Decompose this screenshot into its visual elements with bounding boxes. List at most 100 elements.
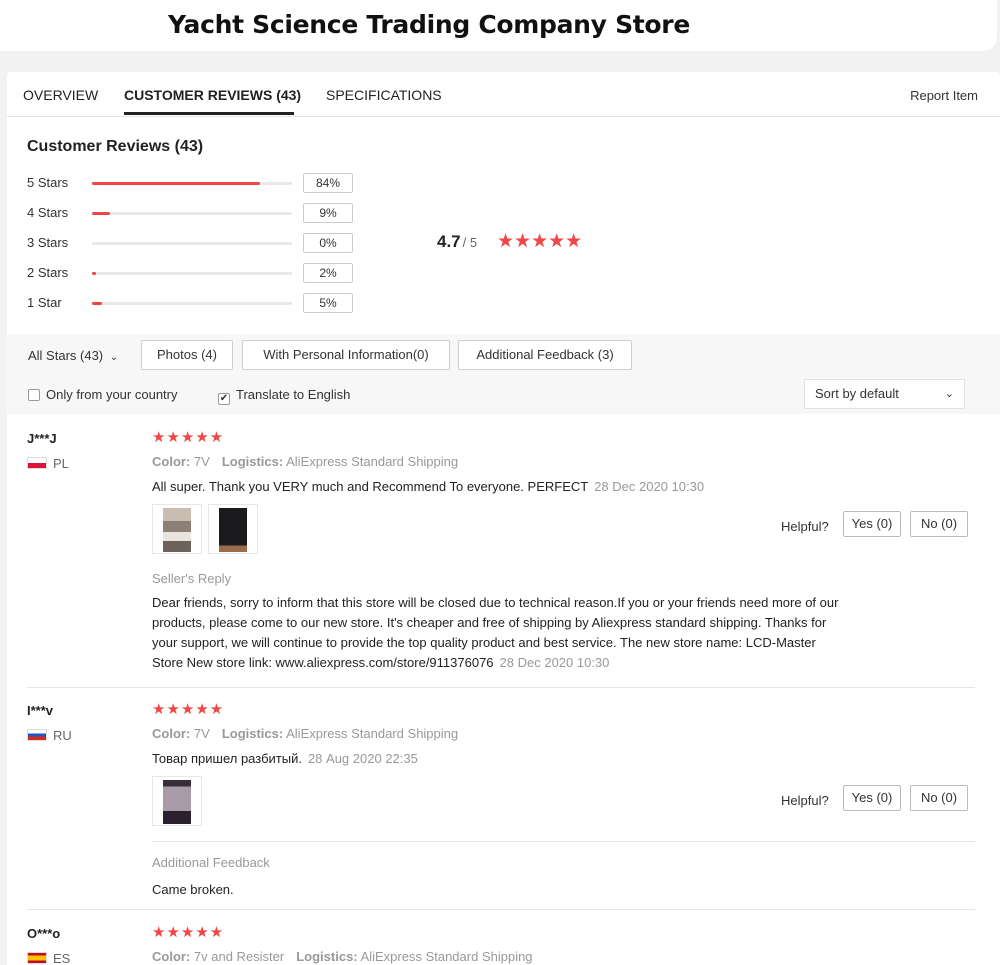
photo-image — [163, 780, 191, 824]
rating-bar — [92, 302, 292, 305]
all-stars-label: All Stars (43) — [28, 348, 104, 363]
reviewer-country: PL — [27, 456, 69, 471]
helpful-label: Helpful? — [781, 793, 829, 808]
rating-bar — [92, 242, 292, 245]
logistics-value: AliExpress Standard Shipping — [286, 726, 459, 741]
photos-filter-button[interactable]: Photos (4) — [141, 340, 233, 370]
reviewer-country: ES — [27, 951, 70, 965]
rating-percent: 5% — [303, 293, 353, 313]
tab-overview[interactable]: OVERVIEW — [23, 87, 98, 103]
color-value: 7V — [193, 726, 210, 741]
review-item: J***J PL ★★★★★ Color: 7V Logistics: AliEx… — [7, 414, 1000, 688]
color-label: Color: — [152, 454, 191, 469]
chevron-down-icon: ⌄ — [944, 388, 954, 400]
review-item: I***v RU ★★★★★ Color: 7V Logistics: AliEx… — [7, 688, 1000, 910]
review-stars-icon: ★★★★★ — [152, 924, 225, 941]
rating-row-2[interactable]: 2 Stars 2% — [27, 263, 357, 283]
helpful-no-button[interactable]: No (0) — [910, 785, 968, 811]
only-country-checkbox[interactable]: Only from your country — [28, 387, 178, 402]
flag-ru-icon — [27, 729, 47, 741]
country-code: PL — [53, 456, 69, 471]
seller-reply-text: Dear friends, sorry to inform that this … — [152, 595, 839, 670]
photo-image — [219, 508, 247, 552]
reviewer-country: RU — [27, 728, 72, 743]
rating-bar — [92, 272, 292, 275]
rating-label: 2 Stars — [27, 265, 69, 280]
additional-feedback-text: Came broken. — [152, 882, 234, 897]
reviews-panel: OVERVIEW CUSTOMER REVIEWS (43) SPECIFICA… — [7, 72, 1000, 965]
review-text: All super. Thank you VERY much and Recom… — [152, 479, 704, 494]
additional-feedback-title: Additional Feedback — [152, 855, 270, 870]
rating-bar-fill — [92, 302, 102, 305]
rating-percent: 2% — [303, 263, 353, 283]
checkmark-icon: ✔ — [218, 393, 230, 405]
all-stars-dropdown[interactable]: All Stars (43) ⌄ — [28, 348, 118, 363]
logistics-label: Logistics: — [221, 454, 284, 469]
seller-reply-date: 28 Dec 2020 10:30 — [499, 655, 610, 670]
country-code: RU — [53, 728, 72, 743]
rating-row-4[interactable]: 4 Stars 9% — [27, 203, 357, 223]
filter-bar: All Stars (43) ⌄ Photos (4) With Persona… — [7, 334, 1000, 414]
color-label: Color: — [152, 949, 191, 964]
helpful-yes-button[interactable]: Yes (0) — [843, 511, 901, 537]
helpful-yes-button[interactable]: Yes (0) — [843, 785, 901, 811]
personal-info-filter-button[interactable]: With Personal Information(0) — [242, 340, 450, 370]
review-photo-thumbnail[interactable] — [208, 504, 258, 554]
review-meta: Color: 7v and Resister Logistics: AliExpr… — [152, 949, 533, 964]
rating-label: 4 Stars — [27, 205, 69, 220]
reviewer-name: I***v — [27, 703, 54, 718]
review-body: All super. Thank you VERY much and Recom… — [152, 479, 589, 494]
rating-percent: 0% — [303, 233, 353, 253]
logistics-label: Logistics: — [221, 726, 284, 741]
translate-checkbox[interactable]: ✔ Translate to English — [218, 387, 350, 405]
rating-bar — [92, 182, 292, 185]
average-rating-value: 4.7 — [437, 232, 461, 251]
color-value: 7V — [193, 454, 210, 469]
store-title: Yacht Science Trading Company Store — [168, 10, 690, 39]
flag-pl-icon — [27, 457, 47, 469]
review-photo-thumbnail[interactable] — [152, 776, 202, 826]
color-value: 7v and Resister — [193, 949, 285, 964]
report-item-link[interactable]: Report Item — [910, 88, 978, 103]
translate-label: Translate to English — [236, 387, 351, 402]
review-item: O***o ES ★★★★★ Color: 7v and Resister Log… — [7, 910, 1000, 965]
review-date: 28 Aug 2020 22:35 — [307, 751, 418, 766]
logistics-value: AliExpress Standard Shipping — [360, 949, 533, 964]
rating-row-3[interactable]: 3 Stars 0% — [27, 233, 357, 253]
rating-label: 5 Stars — [27, 175, 69, 190]
photo-image — [163, 508, 191, 552]
tab-specifications[interactable]: SPECIFICATIONS — [326, 87, 442, 103]
rating-label: 3 Stars — [27, 235, 69, 250]
average-rating-max: / 5 — [462, 235, 478, 250]
rating-percent: 9% — [303, 203, 353, 223]
additional-feedback-filter-button[interactable]: Additional Feedback (3) — [458, 340, 632, 370]
average-rating: 4.7/ 5 — [437, 232, 477, 252]
helpful-no-button[interactable]: No (0) — [910, 511, 968, 537]
rating-percent: 84% — [303, 173, 353, 193]
rating-bar-fill — [92, 212, 110, 215]
sort-dropdown[interactable]: Sort by default ⌄ — [804, 379, 965, 409]
chevron-down-icon: ⌄ — [109, 352, 119, 363]
rating-row-1[interactable]: 1 Star 5% — [27, 293, 357, 313]
flag-es-icon — [27, 952, 47, 964]
reviewer-name: J***J — [27, 431, 57, 446]
store-header: Yacht Science Trading Company Store — [0, 0, 997, 51]
rating-row-5[interactable]: 5 Stars 84% — [27, 173, 357, 193]
tab-customer-reviews[interactable]: CUSTOMER REVIEWS (43) — [124, 87, 301, 103]
sort-label: Sort by default — [815, 386, 899, 401]
summary-title: Customer Reviews (43) — [27, 138, 204, 155]
review-stars-icon: ★★★★★ — [152, 429, 225, 446]
review-date: 28 Dec 2020 10:30 — [594, 479, 705, 494]
helpful-label: Helpful? — [781, 519, 829, 534]
review-stars-icon: ★★★★★ — [152, 701, 225, 718]
rating-label: 1 Star — [27, 295, 62, 310]
checkbox-icon — [28, 389, 40, 401]
tab-bar: OVERVIEW CUSTOMER REVIEWS (43) SPECIFICA… — [7, 72, 1000, 117]
review-body: Товар пришел разбитый. — [152, 751, 302, 766]
review-photo-thumbnail[interactable] — [152, 504, 202, 554]
review-text: Товар пришел разбитый. 28 Aug 2020 22:35 — [152, 751, 418, 766]
review-meta: Color: 7V Logistics: AliExpress Standard … — [152, 454, 458, 469]
logistics-value: AliExpress Standard Shipping — [286, 454, 459, 469]
reviewer-name: O***o — [27, 926, 61, 941]
rating-bar — [92, 212, 292, 215]
